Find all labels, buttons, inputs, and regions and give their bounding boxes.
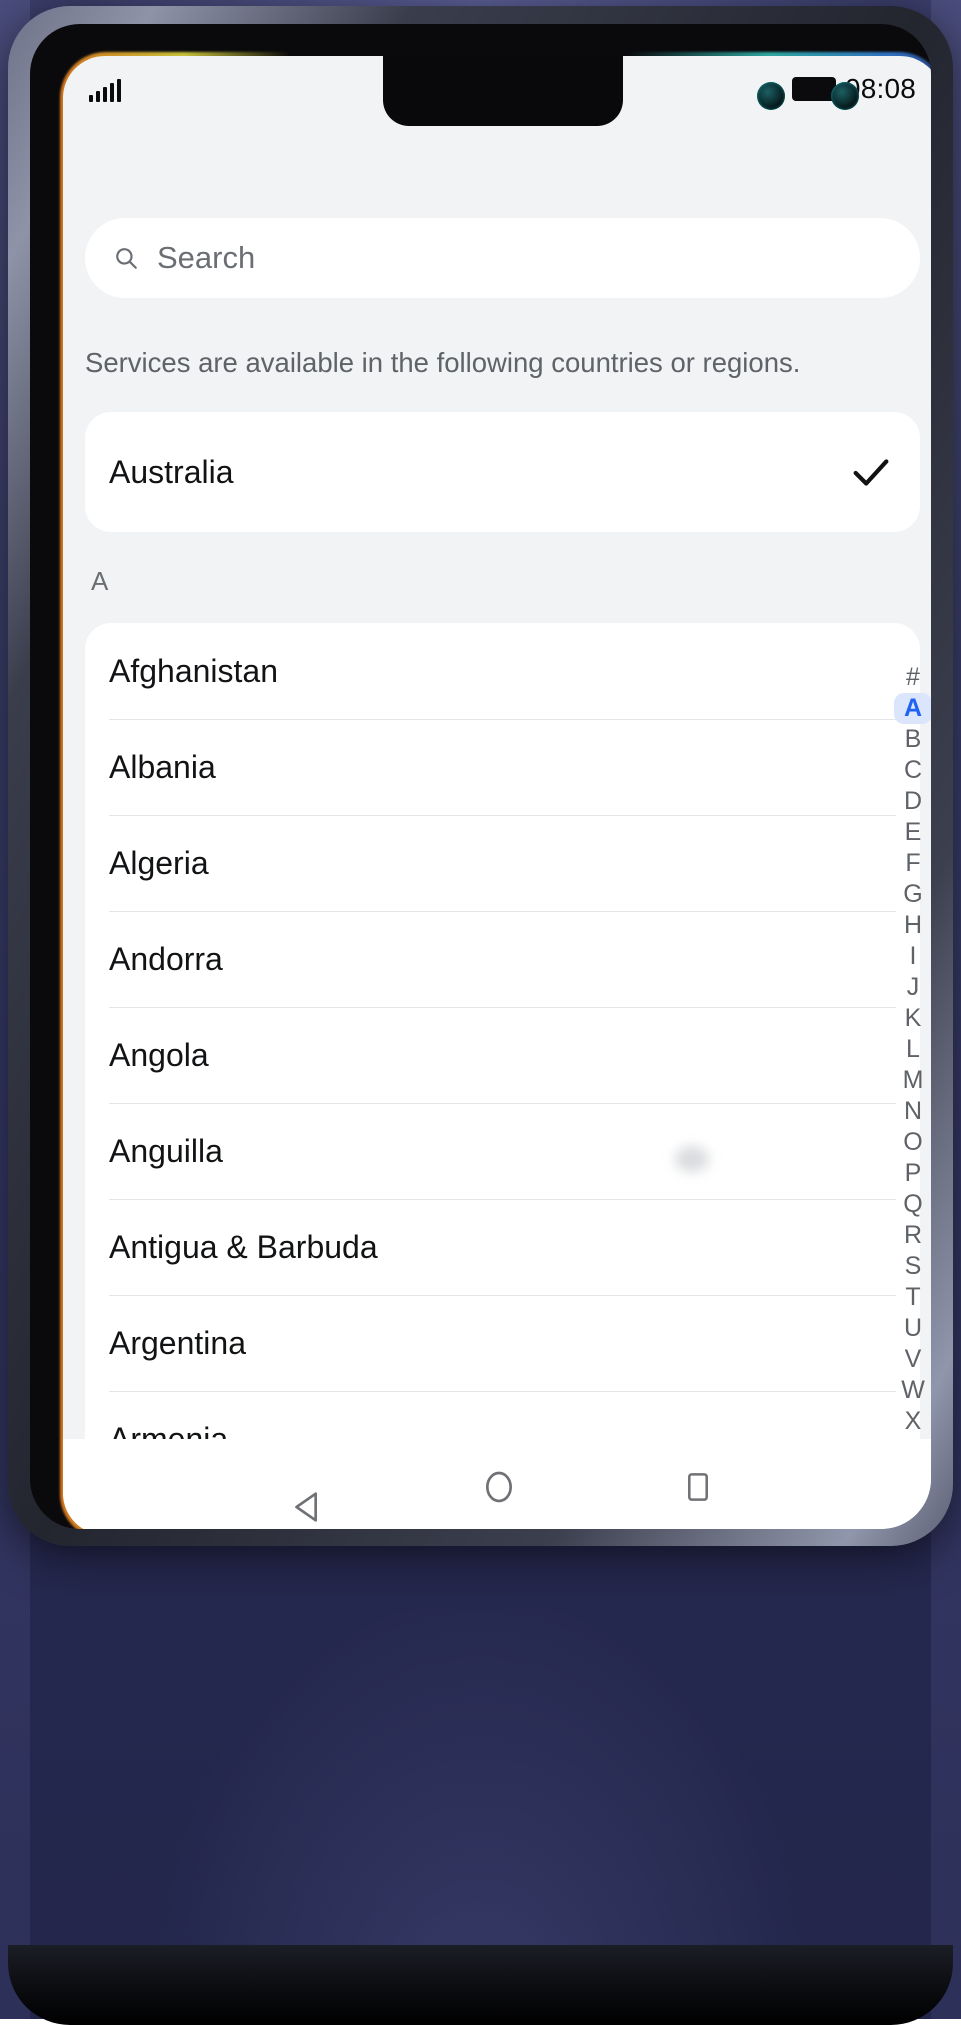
index-letter-q[interactable]: Q: [894, 1189, 931, 1220]
index-letter-t[interactable]: T: [894, 1282, 931, 1313]
list-item[interactable]: Antigua & Barbuda: [85, 1199, 920, 1295]
list-item[interactable]: Afghanistan: [85, 623, 920, 719]
main-content: Search Services are available in the fol…: [63, 122, 931, 1529]
index-letter-u[interactable]: U: [894, 1313, 931, 1344]
list-item[interactable]: Anguilla: [85, 1103, 920, 1199]
index-letter-v[interactable]: V: [894, 1344, 931, 1375]
phone-screen-bezel: 08:08 Search Services are available in t…: [30, 24, 931, 1529]
alphabet-index-scrubber[interactable]: #ABCDEFGHIJKLMNOPQRSTUVWXYZ: [890, 662, 931, 1499]
search-input[interactable]: Search: [85, 218, 920, 298]
index-letter-m[interactable]: M: [894, 1065, 931, 1096]
country-name: Antigua & Barbuda: [109, 1228, 378, 1265]
section-header-letter: A: [91, 566, 109, 596]
signal-bars-icon: [89, 76, 121, 102]
list-item[interactable]: Argentina: [85, 1295, 920, 1391]
home-circle-icon[interactable]: [479, 1467, 519, 1507]
country-name: Anguilla: [109, 1132, 223, 1169]
country-list: Afghanistan Albania Algeria Andorra Ango…: [85, 623, 920, 1487]
index-letter-f[interactable]: F: [894, 848, 931, 879]
phone-body: 08:08 Search Services are available in t…: [8, 6, 953, 1546]
index-letter-s[interactable]: S: [894, 1251, 931, 1282]
index-letter-d[interactable]: D: [894, 786, 931, 817]
search-section: Search: [63, 122, 931, 298]
country-name: Albania: [109, 748, 216, 785]
index-letter-k[interactable]: K: [894, 1003, 931, 1034]
phone-bottom-edge: [8, 1945, 953, 2025]
android-nav-bar: [63, 1439, 931, 1529]
index-letter-g[interactable]: G: [894, 879, 931, 910]
search-icon: [116, 248, 137, 269]
index-letter-a[interactable]: A: [894, 693, 931, 724]
country-name: Angola: [109, 1036, 209, 1073]
index-letter-c[interactable]: C: [894, 755, 931, 786]
index-letter-i[interactable]: I: [894, 941, 931, 972]
index-letter-b[interactable]: B: [894, 724, 931, 755]
selected-country-card: Australia: [85, 412, 920, 532]
availability-notice: Services are available in the following …: [85, 347, 801, 378]
index-letter-r[interactable]: R: [894, 1220, 931, 1251]
selected-country-row[interactable]: Australia: [85, 412, 920, 532]
index-letter-hash[interactable]: #: [894, 662, 931, 693]
list-item[interactable]: Angola: [85, 1007, 920, 1103]
country-name: Algeria: [109, 844, 209, 881]
list-item[interactable]: Algeria: [85, 815, 920, 911]
front-camera-secondary-icon: [830, 82, 859, 110]
phone-screen: 08:08 Search Services are available in t…: [63, 56, 931, 1529]
front-camera-icon: [756, 82, 785, 110]
index-letter-j[interactable]: J: [894, 972, 931, 1003]
index-letter-h[interactable]: H: [894, 910, 931, 941]
search-placeholder: Search: [157, 240, 256, 275]
list-item[interactable]: Andorra: [85, 911, 920, 1007]
index-letter-l[interactable]: L: [894, 1034, 931, 1065]
index-letter-w[interactable]: W: [894, 1375, 931, 1406]
check-icon: [853, 459, 889, 486]
list-item[interactable]: Albania: [85, 719, 920, 815]
index-letter-o[interactable]: O: [894, 1127, 931, 1158]
display-notch: [382, 56, 859, 126]
country-name: Afghanistan: [109, 652, 279, 689]
recents-square-icon[interactable]: [679, 1468, 717, 1506]
country-name: Andorra: [109, 940, 223, 977]
country-name: Argentina: [109, 1324, 246, 1361]
battery-full-icon: [791, 77, 840, 101]
selected-country-label: Australia: [109, 453, 234, 490]
index-letter-e[interactable]: E: [894, 817, 931, 848]
back-triangle-icon[interactable]: [289, 1467, 319, 1522]
index-letter-x[interactable]: X: [894, 1406, 931, 1437]
index-letter-n[interactable]: N: [894, 1096, 931, 1127]
index-letter-p[interactable]: P: [894, 1158, 931, 1189]
